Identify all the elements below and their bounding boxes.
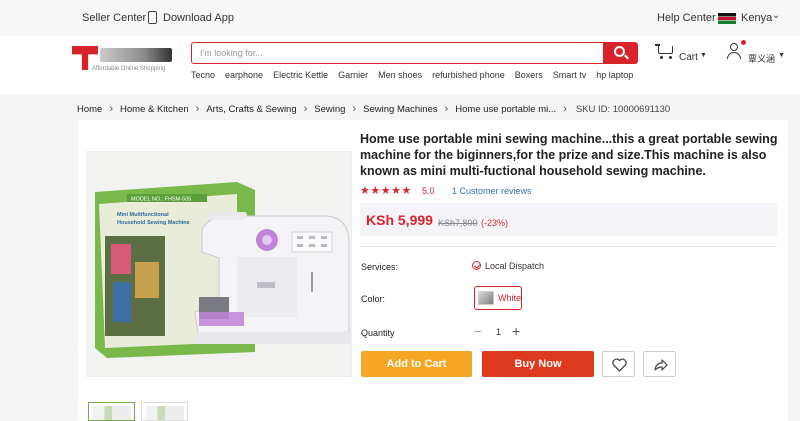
hot-keyword[interactable]: Boxers [515,70,543,80]
notification-dot [741,40,746,45]
chevron-down-icon[interactable]: ▼ [700,52,707,59]
hot-keyword[interactable]: earphone [225,70,263,80]
country-selector[interactable]: Kenya [741,12,772,24]
hot-keywords: Tecno earphone Electric Kettle Garnier M… [191,70,633,80]
share-button[interactable] [643,351,676,377]
sku-id: SKU ID: 10000691130 [575,103,671,115]
chevron-down-icon[interactable]: ⌄ [772,10,780,21]
divider [360,246,777,247]
chevron-right-icon: › [563,103,567,115]
breadcrumb-item[interactable]: Home & Kitchen [120,104,189,115]
breadcrumb: Home › Home & Kitchen › Arts, Crafts & S… [77,103,670,115]
top-bar: Seller Center Download App Help Center K… [0,0,800,36]
services-label: Services: [361,262,399,272]
site-logo[interactable]: Affordable Online Shopping [72,42,177,78]
svg-text:Mini Multifunctional: Mini Multifunctional [117,212,169,218]
rating-stars-icon: ★★★★★ [360,185,412,197]
cart-label[interactable]: Cart [679,52,698,63]
hot-keyword[interactable]: refurbished phone [432,70,505,80]
color-label: Color: [361,294,386,304]
breadcrumb-item[interactable]: Home [77,104,102,115]
breadcrumb-item[interactable]: Arts, Crafts & Sewing [206,104,296,115]
buy-now-button[interactable]: Buy Now [482,351,594,377]
download-app-link[interactable]: Download App [163,12,234,24]
discount-badge: (-23%) [481,218,509,228]
hot-keyword[interactable]: Electric Kettle [273,70,328,80]
chevron-right-icon: › [444,103,449,115]
hot-keyword[interactable]: Tecno [191,70,215,80]
chevron-right-icon: › [109,103,114,115]
kenya-flag-icon [718,13,736,24]
color-option-label: White [498,293,522,303]
current-price: KSh 5,999 [366,212,433,228]
heart-icon [612,358,627,372]
cart-icon[interactable] [655,43,675,59]
wishlist-button[interactable] [602,351,635,377]
help-center-link[interactable]: Help Center [657,12,716,24]
breadcrumb-item[interactable]: Home use portable mi... [455,104,556,115]
customer-reviews-link[interactable]: 1 Customer reviews [452,186,532,196]
quantity-value[interactable]: 1 [496,327,501,337]
product-main-image[interactable]: MODEL NO.: FHSM-505 Mini Multifunctional… [86,151,352,377]
quantity-decrement-button[interactable]: − [474,324,482,339]
quantity-label: Quantity [361,328,395,338]
share-icon [654,359,668,371]
logo-tagline: Affordable Online Shopping [92,66,166,72]
hot-keyword[interactable]: Smart tv [553,70,587,80]
chevron-down-icon[interactable]: ▼ [778,52,785,59]
product-title: Home use portable mini sewing machine...… [360,132,778,178]
account-name[interactable]: 覃义涵 [748,52,775,65]
color-swatch-image [478,291,494,305]
color-option-white[interactable]: White [474,286,522,310]
search-icon-handle [624,54,629,60]
check-circle-icon [472,261,481,270]
services-value: Local Dispatch [485,261,545,271]
hot-keyword[interactable]: hp laptop [596,70,633,80]
add-to-cart-button[interactable]: Add to Cart [361,351,472,377]
hot-keyword[interactable]: Garnier [338,70,368,80]
product-thumbnail[interactable] [88,402,135,421]
breadcrumb-item[interactable]: Sewing [314,104,345,115]
quantity-increment-button[interactable]: + [512,323,520,339]
logo-wordmark [100,48,172,62]
user-icon[interactable] [726,43,742,60]
search-input[interactable] [191,42,603,64]
chevron-right-icon: › [352,103,357,115]
search-button[interactable] [603,42,638,64]
product-thumbnail[interactable] [141,402,188,421]
svg-text:Household Sewing Machine: Household Sewing Machine [117,220,190,226]
phone-icon [148,11,157,24]
rating-score: 5.0 [422,186,435,196]
original-price: KSh7,800 [438,218,478,228]
breadcrumb-item[interactable]: Sewing Machines [363,104,437,115]
seller-center-link[interactable]: Seller Center [82,12,146,24]
svg-text:MODEL NO.: FHSM-505: MODEL NO.: FHSM-505 [131,197,191,203]
chevron-right-icon: › [303,103,308,115]
hot-keyword[interactable]: Men shoes [378,70,422,80]
chevron-right-icon: › [195,103,200,115]
